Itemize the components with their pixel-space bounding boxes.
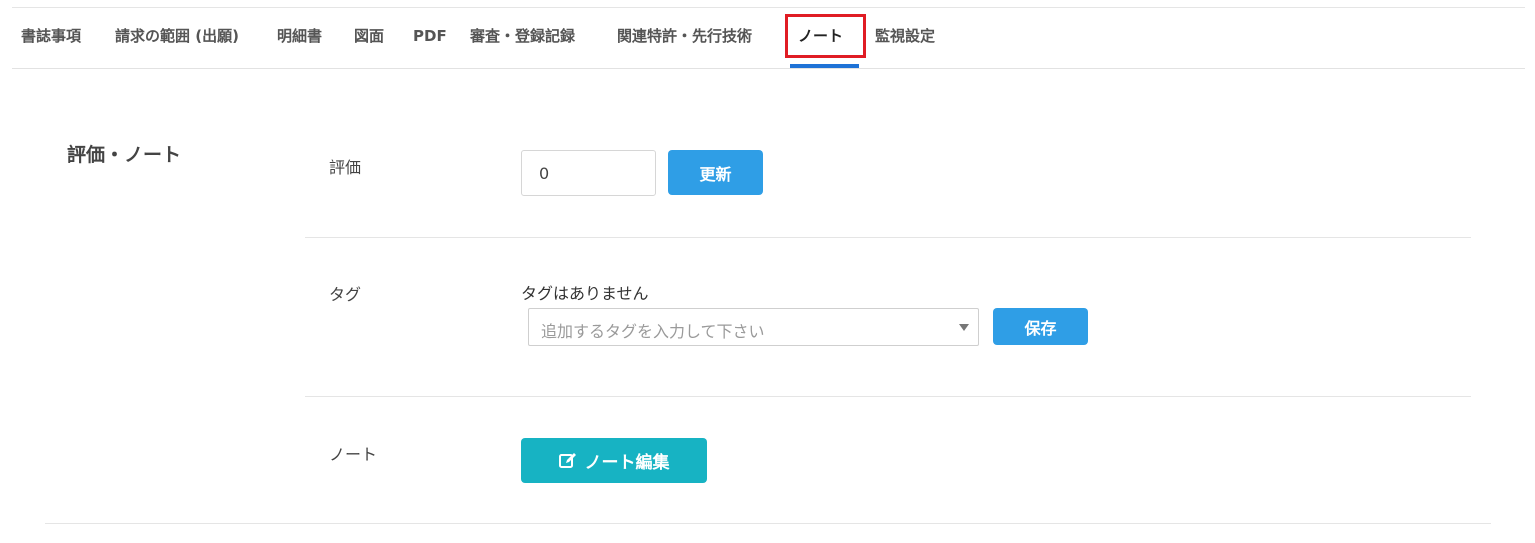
tab-bar: 書誌事項 請求の範囲 (出願) 明細書 図面 PDF 審査・登録記録 関連特許・… — [12, 8, 1525, 69]
section-title: 評価・ノート — [67, 144, 182, 166]
active-tab-underline — [790, 64, 859, 68]
update-button[interactable]: 更新 — [668, 150, 763, 195]
edit-icon — [558, 453, 576, 468]
page: 書誌事項 請求の範囲 (出願) 明細書 図面 PDF 審査・登録記録 関連特許・… — [0, 0, 1535, 543]
caret-down-icon — [959, 324, 969, 331]
tab-claims[interactable]: 請求の範囲 (出願) — [115, 26, 239, 46]
tab-related-patents[interactable]: 関連特許・先行技術 — [617, 26, 752, 46]
tab-highlight-box — [785, 14, 866, 58]
rating-input[interactable] — [521, 150, 656, 196]
edit-note-label: ノート編集 — [584, 453, 670, 473]
tab-drawings[interactable]: 図面 — [354, 26, 384, 46]
section-bottom-divider — [45, 523, 1491, 524]
row-divider — [305, 396, 1471, 397]
tab-description[interactable]: 明細書 — [277, 26, 322, 46]
tag-select-placeholder: 追加するタグを入力して下さい — [541, 322, 765, 341]
tags-label: タグ — [329, 285, 362, 304]
note-label: ノート — [329, 445, 378, 464]
tab-pdf[interactable]: PDF — [413, 26, 447, 46]
tag-select[interactable]: 追加するタグを入力して下さい — [528, 308, 979, 346]
tab-monitoring[interactable]: 監視設定 — [875, 26, 935, 46]
tab-bibliographic[interactable]: 書誌事項 — [21, 26, 81, 46]
edit-note-button[interactable]: ノート編集 — [521, 438, 707, 483]
no-tags-message: タグはありません — [521, 284, 649, 303]
save-tags-button[interactable]: 保存 — [993, 308, 1088, 345]
tab-examination-records[interactable]: 審査・登録記録 — [470, 26, 575, 46]
rating-label: 評価 — [329, 158, 362, 177]
row-divider — [305, 237, 1471, 238]
